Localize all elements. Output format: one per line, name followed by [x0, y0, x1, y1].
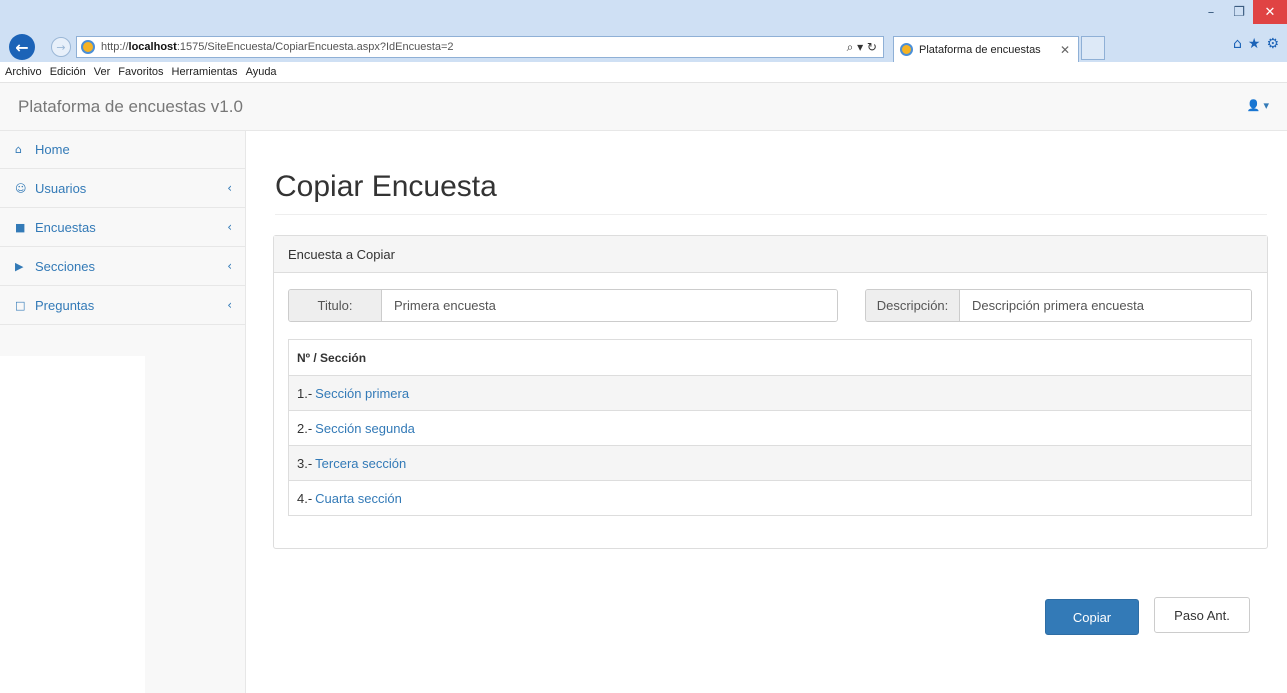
- user-icon: 👤: [1246, 99, 1261, 112]
- descripcion-input-group: Descripción: Descripción primera encuest…: [865, 289, 1252, 322]
- address-bar[interactable]: http://localhost:1575/SiteEncuesta/Copia…: [76, 36, 884, 58]
- sidebar-item-preguntas[interactable]: □ Preguntas ‹: [0, 286, 245, 325]
- sidebar-item-label: Usuarios: [35, 180, 87, 196]
- new-tab-button[interactable]: [1081, 36, 1105, 60]
- close-window-icon[interactable]: ✕: [1253, 0, 1287, 24]
- ie-favicon-icon: [81, 40, 95, 54]
- bookmark-outline-icon: □: [15, 298, 26, 312]
- sidebar: ⌂ Home ☺ Usuarios ‹ ■ Encuestas ‹ ▶ Secc…: [0, 131, 246, 356]
- home-icon: ⌂: [15, 143, 22, 156]
- column-header-seccion: Nº / Sección: [297, 350, 367, 365]
- section-number: 3.-: [297, 455, 313, 471]
- section-number: 2.-: [297, 420, 313, 436]
- descripcion-field[interactable]: Descripción primera encuesta: [960, 290, 1251, 321]
- sidebar-item-label: Encuestas: [35, 219, 96, 235]
- user-menu[interactable]: 👤 ▾: [1247, 99, 1269, 112]
- settings-gear-icon[interactable]: ⚙: [1266, 36, 1279, 52]
- titulo-label: Titulo:: [289, 290, 382, 321]
- tags-icon: ▶: [15, 259, 24, 273]
- chevron-left-icon: ‹: [227, 298, 232, 312]
- table-row: 2.- Sección segunda: [289, 410, 1251, 445]
- copy-button[interactable]: Copiar: [1045, 599, 1139, 635]
- sidebar-item-secciones[interactable]: ▶ Secciones ‹: [0, 247, 245, 286]
- users-icon: ☺: [15, 181, 27, 195]
- tab-favicon-icon: [900, 43, 913, 56]
- page-title: Copiar Encuesta: [275, 170, 497, 203]
- menu-edicion[interactable]: Edición: [50, 66, 86, 78]
- browser-chrome: – ❐ ✕ ← → http://localhost:1575/SiteEncu…: [0, 0, 1287, 83]
- restore-icon[interactable]: ❐: [1225, 0, 1253, 24]
- tab-title: Plataforma de encuestas: [919, 43, 1041, 56]
- browser-menubar: Archivo Edición Ver Favoritos Herramient…: [0, 62, 1287, 83]
- chevron-left-icon: ‹: [227, 259, 232, 273]
- forward-arrow-icon[interactable]: →: [51, 37, 71, 57]
- menu-favoritos[interactable]: Favoritos: [118, 66, 163, 78]
- bookmark-icon: ■: [15, 220, 26, 234]
- section-link[interactable]: Cuarta sección: [315, 491, 402, 506]
- table-header: Nº / Sección: [289, 340, 1251, 375]
- sidebar-item-label: Home: [35, 142, 70, 157]
- sidebar-item-label: Secciones: [35, 258, 95, 274]
- browser-tab[interactable]: Plataforma de encuestas ✕: [893, 36, 1079, 62]
- sidebar-item-usuarios[interactable]: ☺ Usuarios ‹: [0, 169, 245, 208]
- panel-heading: Encuesta a Copiar: [274, 236, 1267, 273]
- title-divider: [275, 214, 1267, 215]
- sidebar-item-encuestas[interactable]: ■ Encuestas ‹: [0, 208, 245, 247]
- sidebar-strip: [145, 352, 246, 693]
- table-row: 1.- Sección primera: [289, 375, 1251, 410]
- address-url: http://localhost:1575/SiteEncuesta/Copia…: [101, 41, 454, 53]
- sidebar-item-home[interactable]: ⌂ Home: [0, 131, 245, 169]
- home-browser-icon[interactable]: ⌂: [1233, 36, 1242, 52]
- section-number: 4.-: [297, 490, 313, 506]
- sidebar-item-label: Preguntas: [35, 297, 95, 313]
- chevron-left-icon: ‹: [227, 220, 232, 234]
- section-link[interactable]: Sección segunda: [315, 421, 415, 436]
- descripcion-label: Descripción:: [866, 290, 960, 321]
- menu-ver[interactable]: Ver: [94, 66, 111, 78]
- favorites-star-icon[interactable]: ★: [1248, 36, 1261, 52]
- chevron-left-icon: ‹: [227, 181, 232, 195]
- back-arrow-icon[interactable]: ←: [9, 34, 35, 60]
- app-brand[interactable]: Plataforma de encuestas v1.0: [18, 97, 243, 117]
- window-controls: – ❐ ✕: [1197, 0, 1287, 26]
- minimize-icon[interactable]: –: [1197, 0, 1225, 24]
- menu-ayuda[interactable]: Ayuda: [246, 66, 277, 78]
- tab-close-icon[interactable]: ✕: [1060, 43, 1070, 57]
- section-link[interactable]: Tercera sección: [315, 456, 406, 471]
- caret-down-icon: ▾: [1263, 99, 1269, 112]
- menu-herramientas[interactable]: Herramientas: [172, 66, 238, 78]
- section-link[interactable]: Sección primera: [315, 386, 409, 401]
- browser-tools: ⌂ ★ ⚙: [1233, 36, 1279, 52]
- search-refresh-icon[interactable]: ⌕ ▾ ↻: [847, 40, 883, 55]
- section-number: 1.-: [297, 385, 313, 401]
- app-navbar: Plataforma de encuestas v1.0 👤 ▾: [0, 83, 1287, 131]
- menu-archivo[interactable]: Archivo: [5, 66, 42, 78]
- titulo-field[interactable]: Primera encuesta: [382, 290, 837, 321]
- previous-step-button[interactable]: Paso Ant.: [1154, 597, 1250, 633]
- titulo-input-group: Titulo: Primera encuesta: [288, 289, 838, 322]
- table-row: 4.- Cuarta sección: [289, 480, 1251, 515]
- table-row: 3.- Tercera sección: [289, 445, 1251, 480]
- sections-table: Nº / Sección 1.- Sección primera 2.- Sec…: [288, 339, 1252, 516]
